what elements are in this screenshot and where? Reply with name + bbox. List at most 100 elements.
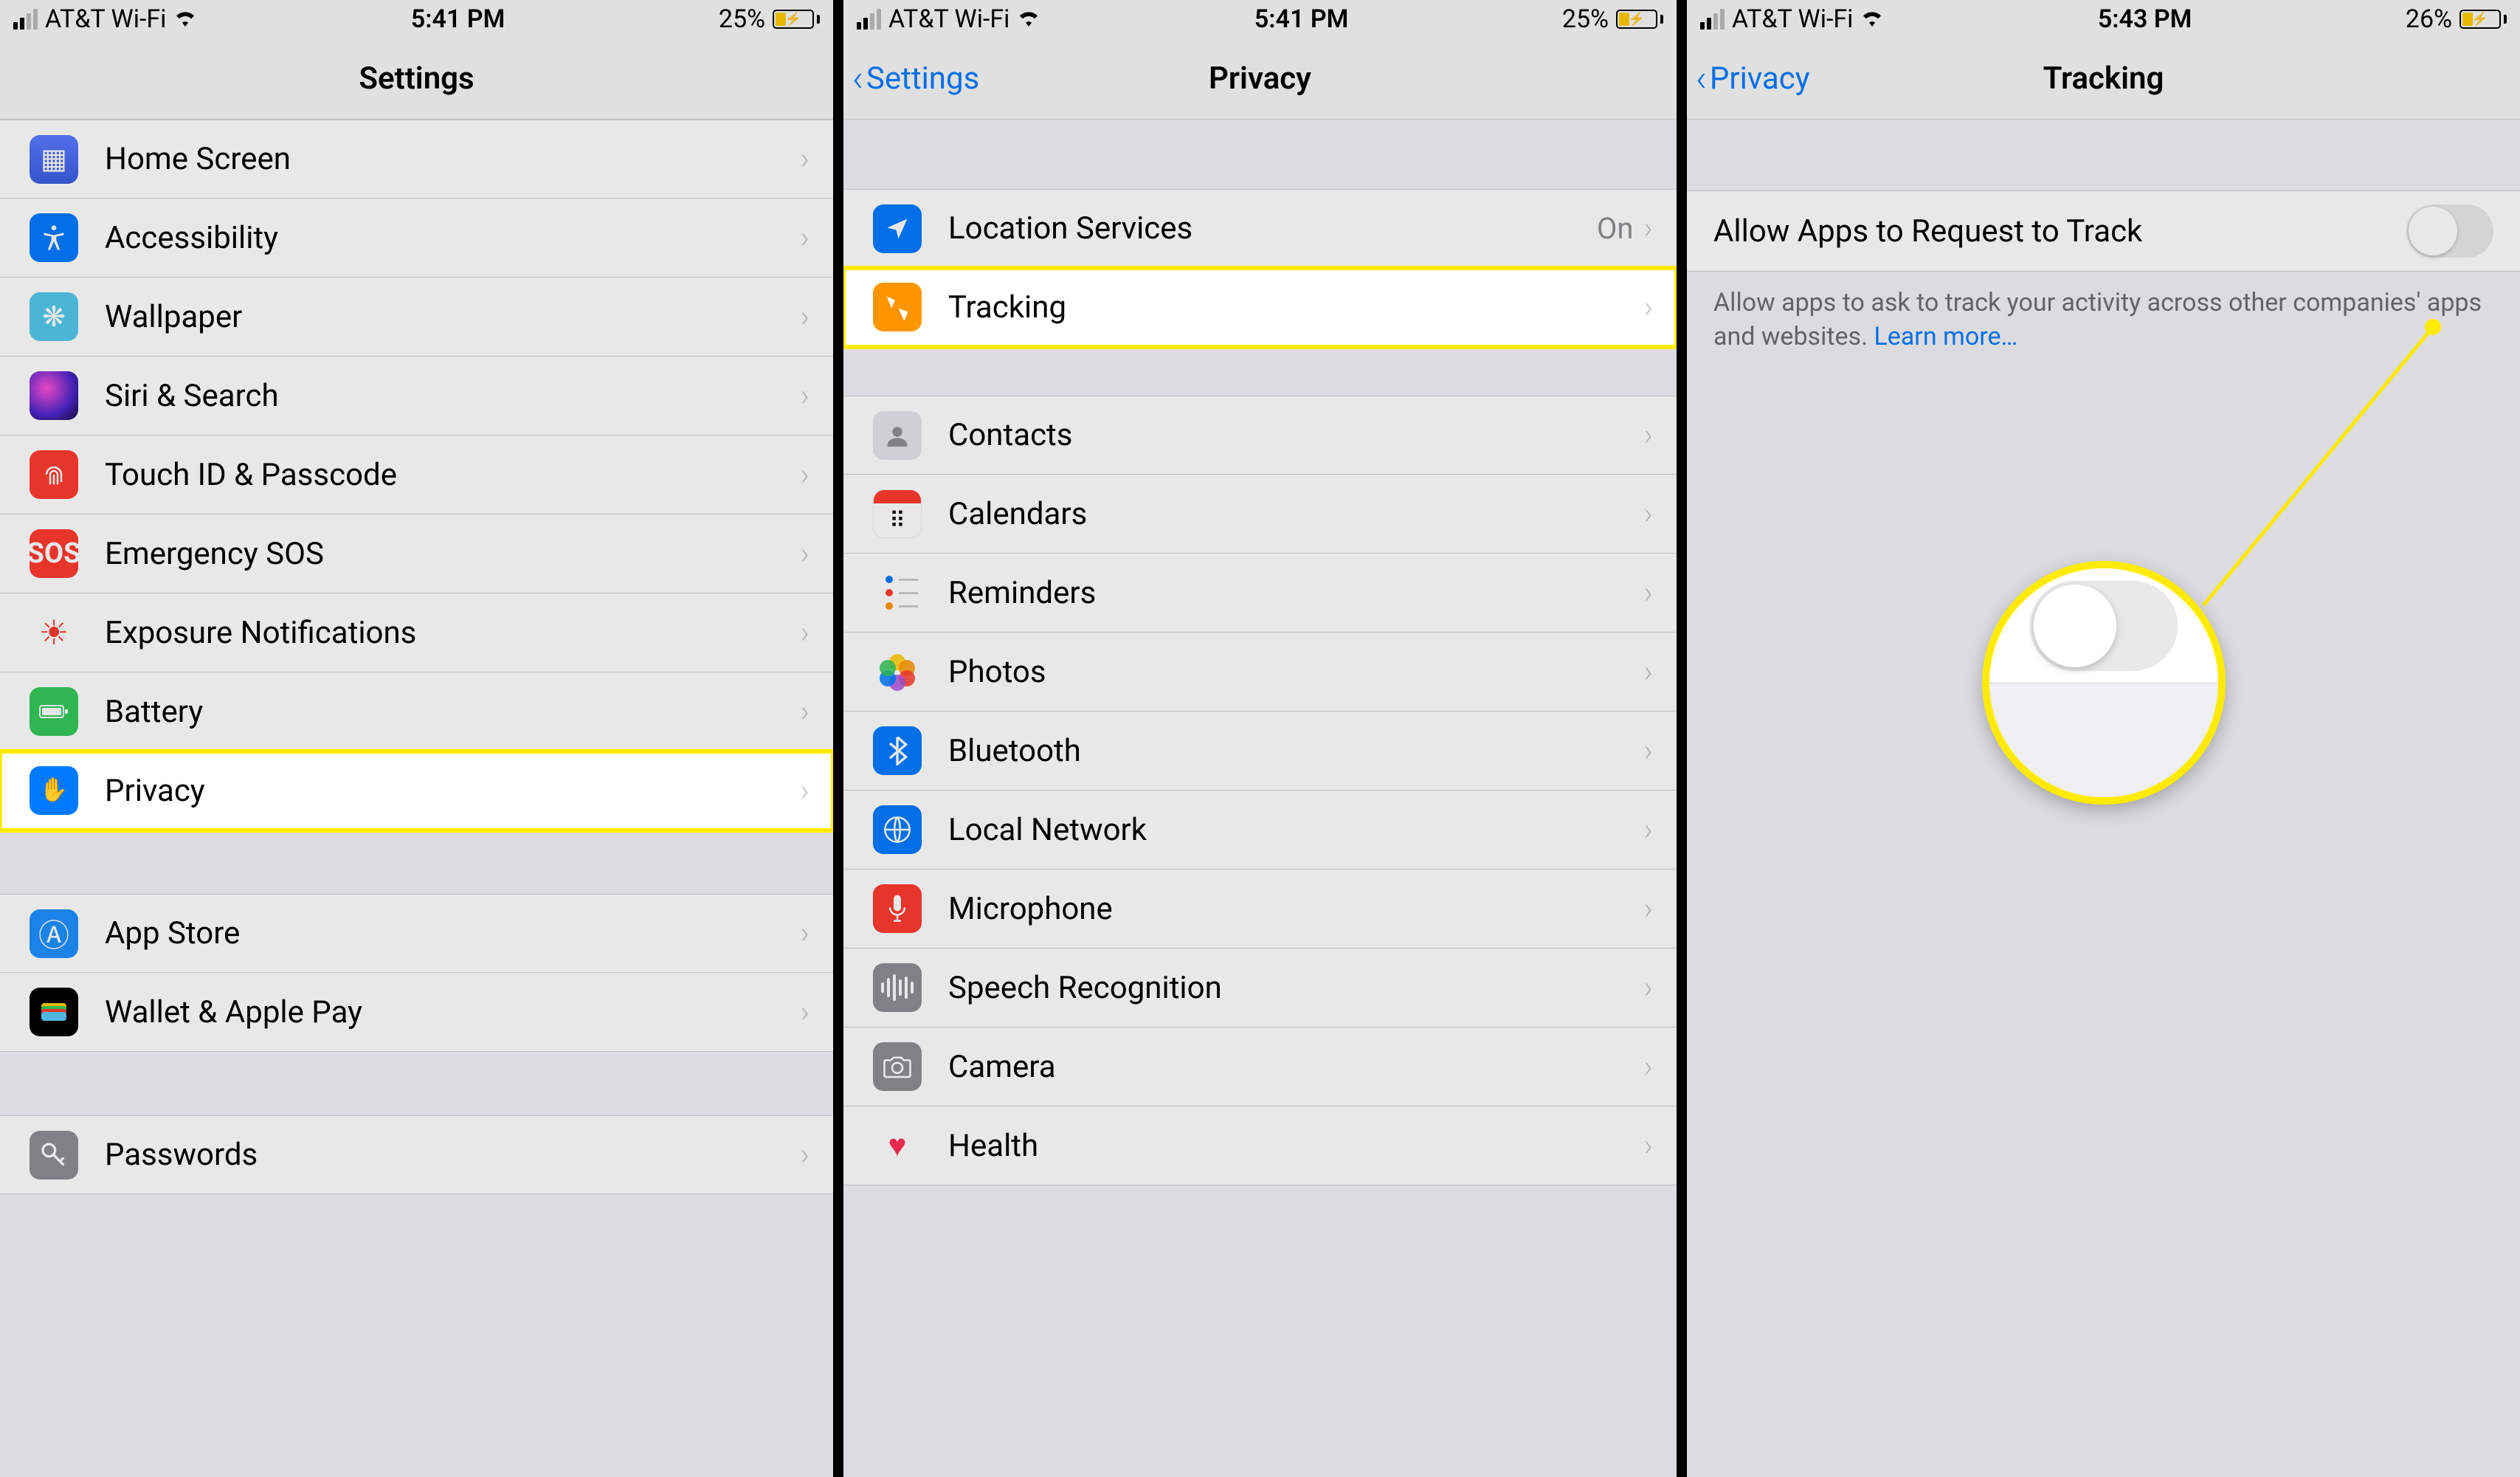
row-value: On (1597, 211, 1634, 246)
row-privacy[interactable]: ✋ Privacy › (0, 751, 833, 830)
row-siri-search[interactable]: Siri & Search › (0, 357, 833, 435)
chevron-right-icon: › (800, 694, 809, 730)
carrier-label: AT&T Wi-Fi (888, 4, 1009, 34)
row-label: Microphone (948, 891, 1643, 927)
reminders-icon (873, 568, 922, 617)
chevron-left-icon: ‹ (852, 58, 863, 100)
row-label: Passwords (105, 1137, 800, 1173)
settings-screen: AT&T Wi-Fi 5:41 PM 25% ⚡ Settings ▦ Home… (0, 0, 833, 1477)
row-home-screen[interactable]: ▦ Home Screen › (0, 120, 833, 199)
row-battery[interactable]: Battery › (0, 672, 833, 751)
footer-body: Allow apps to ask to track your activity… (1713, 288, 2482, 351)
row-label: Reminders (948, 575, 1643, 611)
row-camera[interactable]: Camera › (843, 1027, 1677, 1106)
privacy-icon: ✋ (30, 766, 78, 815)
back-label: Privacy (1710, 61, 1810, 97)
row-tracking[interactable]: Tracking › (843, 268, 1677, 347)
chevron-left-icon: ‹ (1696, 58, 1707, 100)
row-label: Speech Recognition (948, 970, 1643, 1006)
svg-text:✋: ✋ (40, 777, 68, 804)
row-label: Emergency SOS (105, 536, 800, 572)
row-label: Calendars (948, 496, 1643, 532)
row-label: Local Network (948, 812, 1643, 848)
magnifier-callout (1982, 561, 2226, 805)
row-label: Privacy (105, 773, 800, 809)
tracking-screen: AT&T Wi-Fi 5:43 PM 26% ⚡ ‹ Privacy Track… (1687, 0, 2520, 1477)
chevron-right-icon: › (800, 915, 809, 951)
row-calendars[interactable]: ⠿ Calendars › (843, 475, 1677, 554)
calendars-icon: ⠿ (873, 489, 922, 538)
row-passwords[interactable]: Passwords › (0, 1115, 833, 1194)
row-label: Contacts (948, 417, 1643, 453)
chevron-right-icon: › (1643, 1128, 1653, 1164)
row-local-network[interactable]: Local Network › (843, 791, 1677, 870)
row-label: Camera (948, 1049, 1643, 1085)
back-button[interactable]: ‹ Privacy (1696, 58, 1810, 100)
row-label: Wallet & Apple Pay (105, 994, 800, 1030)
row-label: Exposure Notifications (105, 615, 800, 651)
chevron-right-icon: › (1643, 1049, 1653, 1085)
app-store-icon: Ⓐ (30, 909, 78, 958)
row-wallpaper[interactable]: ❋ Wallpaper › (0, 278, 833, 357)
row-contacts[interactable]: Contacts › (843, 396, 1677, 475)
row-label: Accessibility (105, 220, 800, 256)
back-button[interactable]: ‹ Settings (852, 58, 979, 100)
row-accessibility[interactable]: Accessibility › (0, 199, 833, 278)
row-label: Battery (105, 694, 800, 730)
chevron-right-icon: › (1643, 733, 1653, 769)
row-emergency-sos[interactable]: SOS Emergency SOS › (0, 514, 833, 593)
emergency-sos-icon: SOS (30, 529, 78, 578)
chevron-right-icon: › (1643, 417, 1653, 453)
row-location-services[interactable]: Location Services On › (843, 189, 1677, 268)
row-speech-recognition[interactable]: Speech Recognition › (843, 948, 1677, 1027)
wifi-icon (1860, 7, 1884, 32)
carrier-label: AT&T Wi-Fi (45, 4, 166, 34)
privacy-screen: AT&T Wi-Fi 5:41 PM 25% ⚡ ‹ Settings Priv… (843, 0, 1677, 1477)
row-health[interactable]: ♥ Health › (843, 1106, 1677, 1185)
privacy-list[interactable]: Location Services On › Tracking › Contac… (843, 120, 1677, 1477)
row-allow-apps-to-request-to-track[interactable]: Allow Apps to Request to Track (1687, 190, 2520, 272)
page-title: Tracking (2043, 61, 2164, 97)
wallpaper-icon: ❋ (30, 292, 78, 341)
row-label: App Store (105, 915, 800, 951)
row-exposure-notifications[interactable]: ☀ Exposure Notifications › (0, 593, 833, 672)
clock: 5:41 PM (1254, 4, 1349, 34)
chevron-right-icon: › (800, 615, 809, 651)
row-bluetooth[interactable]: Bluetooth › (843, 712, 1677, 791)
learn-more-link[interactable]: Learn more… (1874, 322, 2017, 351)
clock: 5:43 PM (2098, 4, 2192, 34)
wallet-apple-pay-icon (30, 988, 78, 1036)
chevron-right-icon: › (800, 299, 809, 335)
row-photos[interactable]: Photos › (843, 633, 1677, 712)
battery-icon: ⚡ (1616, 10, 1663, 29)
row-reminders[interactable]: Reminders › (843, 554, 1677, 633)
page-title: Privacy (1209, 61, 1311, 97)
signal-icon (857, 9, 881, 30)
row-wallet-apple-pay[interactable]: Wallet & Apple Pay › (0, 973, 833, 1052)
location-services-icon (873, 204, 922, 253)
row-label: Touch ID & Passcode (105, 457, 800, 493)
toggle-label: Allow Apps to Request to Track (1713, 213, 2142, 249)
battery-percent: 26% (2406, 4, 2452, 34)
row-label: Home Screen (105, 141, 800, 177)
row-app-store[interactable]: Ⓐ App Store › (0, 894, 833, 973)
row-touch-id[interactable]: Touch ID & Passcode › (0, 435, 833, 514)
contacts-icon (873, 411, 922, 460)
photos-icon (873, 647, 922, 696)
exposure-notifications-icon: ☀ (30, 608, 78, 657)
siri-search-icon (30, 371, 78, 420)
settings-list[interactable]: ▦ Home Screen › Accessibility › ❋ Wallpa… (0, 120, 833, 1477)
row-label: Location Services (948, 210, 1597, 247)
row-label: Tracking (948, 289, 1643, 326)
back-label: Settings (866, 61, 979, 97)
row-microphone[interactable]: Microphone › (843, 870, 1677, 948)
battery-percent: 25% (719, 4, 765, 34)
wifi-icon (173, 7, 197, 32)
chevron-right-icon: › (800, 141, 809, 177)
chevron-right-icon: › (800, 994, 809, 1030)
tracking-toggle[interactable] (2406, 204, 2493, 258)
chevron-right-icon: › (1643, 496, 1653, 532)
row-label: Health (948, 1128, 1643, 1164)
battery-icon (30, 687, 78, 736)
chevron-right-icon: › (800, 1137, 809, 1173)
